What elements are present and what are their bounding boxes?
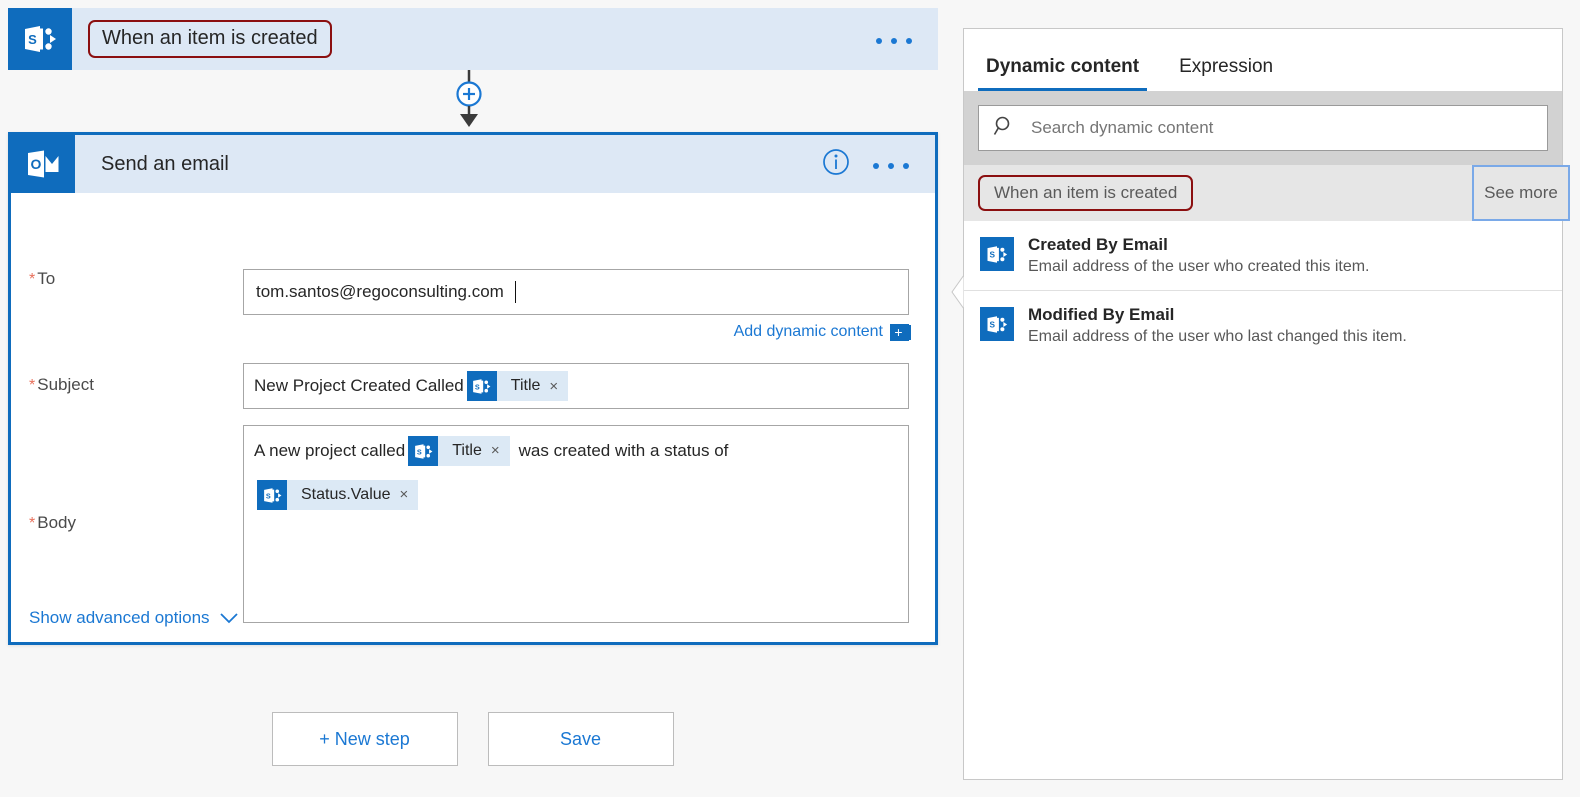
add-dynamic-content-plus-icon[interactable]: + [890, 323, 909, 341]
search-box[interactable] [978, 105, 1548, 151]
to-label-text: To [37, 269, 56, 288]
dynamic-content-item-title: Created By Email [1028, 235, 1168, 254]
add-dynamic-content-link[interactable]: Add dynamic content [734, 323, 883, 341]
field-row-to: * To tom.santos@regoconsulting.com [11, 269, 935, 315]
body-label-text: Body [37, 513, 76, 532]
svg-text:S: S [475, 382, 480, 391]
subject-label: * Subject [11, 363, 243, 395]
required-asterisk: * [29, 515, 36, 532]
tab-dynamic-content[interactable]: Dynamic content [978, 56, 1148, 91]
to-input-value: tom.santos@regoconsulting.com [256, 282, 504, 301]
send-email-ellipsis-icon[interactable] [873, 151, 935, 177]
panel-tabs: Dynamic content Expression [964, 29, 1562, 91]
dynamic-content-group-header: When an item is created See more [964, 165, 1570, 221]
search-input[interactable] [1029, 117, 1513, 139]
dynamic-content-group-title: When an item is created [978, 175, 1194, 211]
subject-input[interactable]: New Project Created Called S Title × [243, 363, 909, 409]
send-email-action-card[interactable]: O Send an email * To tom.santos@regocons… [8, 132, 938, 645]
sharepoint-icon: S [980, 237, 1014, 271]
text-caret [514, 281, 516, 303]
token-remove-icon[interactable]: × [491, 436, 510, 466]
body-static-text-before: A new project called [254, 441, 406, 460]
to-label: * To [11, 269, 243, 289]
dynamic-token-status-value[interactable]: S Status.Value × [257, 480, 419, 510]
trigger-title-container: When an item is created [72, 8, 876, 70]
sharepoint-icon: S [408, 436, 439, 466]
token-remove-icon[interactable]: × [400, 480, 419, 510]
flow-designer-canvas: S When an item is created O Send an emai… [0, 0, 945, 797]
svg-text:S: S [28, 32, 37, 47]
required-asterisk: * [29, 377, 36, 394]
send-email-card-header[interactable]: O Send an email [11, 135, 935, 193]
see-more-button[interactable]: See more [1472, 165, 1570, 221]
body-line-1: A new project called S Title × was creat… [254, 436, 898, 466]
token-remove-icon[interactable]: × [549, 378, 568, 395]
search-icon [993, 115, 1015, 142]
add-step-plus-icon [456, 70, 482, 127]
body-line-2: S Status.Value × [254, 480, 898, 510]
field-row-body: * Body A new project called S Title × wa… [11, 425, 935, 623]
dynamic-content-item-text: Created By Email Email address of the us… [1028, 235, 1370, 276]
dynamic-content-item-description: Email address of the user who created th… [1028, 258, 1370, 275]
send-email-title: Send an email [101, 152, 229, 175]
body-input[interactable]: A new project called S Title × was creat… [243, 425, 909, 623]
svg-text:S: S [990, 250, 996, 259]
dynamic-content-item[interactable]: S Created By Email Email address of the … [964, 221, 1562, 291]
token-label: Title [510, 377, 541, 394]
panel-search-band [964, 91, 1562, 165]
dynamic-token-title[interactable]: S Title × [466, 371, 569, 401]
svg-text:S: S [990, 320, 996, 329]
panel-pointer-icon [951, 275, 964, 309]
show-advanced-options-label: Show advanced options [29, 608, 210, 627]
info-icon[interactable] [821, 147, 851, 182]
svg-text:O: O [31, 156, 42, 172]
dynamic-content-item-title: Modified By Email [1028, 305, 1175, 324]
subject-label-text: Subject [37, 375, 94, 394]
dynamic-content-item-text: Modified By Email Email address of the u… [1028, 305, 1407, 346]
designer-footer-buttons: + New step Save [0, 712, 945, 766]
required-asterisk: * [29, 271, 36, 288]
body-label: * Body [11, 425, 243, 533]
add-step-connector[interactable] [438, 70, 500, 132]
field-row-subject: * Subject New Project Created Called S T… [11, 363, 935, 409]
new-step-button[interactable]: + New step [271, 712, 458, 766]
svg-text:S: S [265, 491, 270, 500]
dynamic-token-title[interactable]: S Title × [408, 436, 510, 466]
chevron-down-icon [219, 612, 239, 625]
svg-text:S: S [417, 447, 422, 456]
tab-expression[interactable]: Expression [1171, 56, 1281, 91]
sharepoint-icon: S [466, 371, 497, 401]
outlook-icon: O [11, 135, 75, 193]
body-static-text-after: was created with a status of [518, 441, 729, 460]
dynamic-content-item-description: Email address of the user who last chang… [1028, 328, 1407, 345]
trigger-ellipsis-icon[interactable] [876, 26, 938, 52]
sharepoint-icon: S [257, 480, 287, 510]
show-advanced-options-link[interactable]: Show advanced options [29, 608, 239, 628]
sharepoint-icon: S [980, 307, 1014, 341]
save-button[interactable]: Save [487, 712, 674, 766]
to-input[interactable]: tom.santos@regoconsulting.com [243, 269, 909, 315]
subject-static-text: New Project Created Called [254, 376, 464, 395]
token-label: Status.Value [301, 486, 391, 503]
dynamic-content-panel: Dynamic content Expression When an item … [951, 28, 1570, 780]
token-label: Title [452, 442, 482, 459]
add-dynamic-content-row: Add dynamic content + [243, 323, 909, 341]
sharepoint-icon: S [8, 8, 72, 70]
trigger-card[interactable]: S When an item is created [8, 8, 938, 70]
dynamic-content-item[interactable]: S Modified By Email Email address of the… [964, 291, 1562, 360]
trigger-title: When an item is created [88, 20, 332, 58]
send-email-fields: * To tom.santos@regoconsulting.com Add dy… [11, 193, 935, 642]
